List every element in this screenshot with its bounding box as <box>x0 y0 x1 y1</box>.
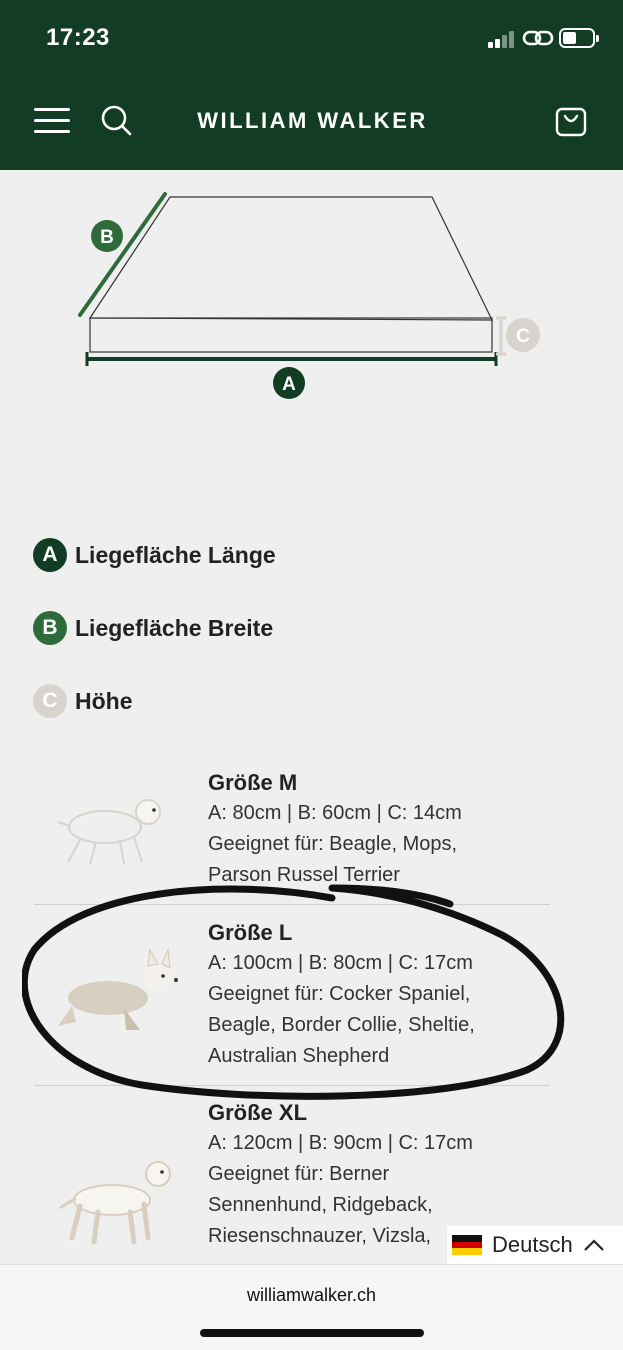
legend-badge-c: C <box>33 684 67 718</box>
german-flag-icon <box>452 1235 482 1256</box>
personal-hotspot-icon <box>522 30 554 46</box>
size-dimensions: A: 120cm | B: 90cm | C: 17cm <box>208 1132 473 1154</box>
badge-a: A <box>273 367 305 399</box>
size-suitable-line: Beagle, Border Collie, Sheltie, <box>208 1014 475 1036</box>
shopping-bag-icon[interactable] <box>554 104 588 138</box>
search-icon[interactable] <box>100 104 132 136</box>
url-bar[interactable]: williamwalker.ch <box>0 1285 623 1306</box>
browser-bottom-bar: williamwalker.ch <box>0 1264 623 1350</box>
size-dimensions: A: 100cm | B: 80cm | C: 17cm <box>208 952 473 974</box>
divider <box>34 904 550 905</box>
size-option-m[interactable]: Größe M A: 80cm | B: 60cm | C: 14cm Geei… <box>34 768 550 903</box>
size-suitable-line: Sennenhund, Ridgeback, <box>208 1194 433 1216</box>
dimension-line-b <box>78 192 167 317</box>
dimension-diagram: B A C <box>78 192 540 399</box>
size-title: Größe XL <box>208 1100 308 1125</box>
size-details: Größe M A: 80cm | B: 60cm | C: 14cm Geei… <box>208 768 538 891</box>
legend-badge-a: A <box>33 538 67 572</box>
app-header: 17:23 WILLIAM WALKER <box>0 0 623 170</box>
mattress-outline <box>88 196 493 353</box>
hamburger-menu-icon[interactable] <box>34 106 70 134</box>
legend-label: Liegefläche Länge <box>75 541 276 568</box>
legend-label: Höhe <box>75 687 133 714</box>
chevron-up-icon <box>583 1239 604 1251</box>
dog-illustration-icon <box>59 1161 171 1245</box>
dog-illustration-icon <box>58 948 178 1030</box>
svg-text:C: C <box>516 326 530 347</box>
cellular-signal-icon <box>488 30 518 48</box>
size-suitable-line: Geeignet für: Cocker Spaniel, <box>208 983 471 1005</box>
svg-text:B: B <box>100 227 114 248</box>
size-dimensions: A: 80cm | B: 60cm | C: 14cm <box>208 802 462 824</box>
size-title: Größe L <box>208 920 293 945</box>
size-suitable-line: Geeignet für: Beagle, Mops, <box>208 833 458 855</box>
legend-item-height: C Höhe <box>33 684 133 718</box>
home-indicator[interactable] <box>200 1329 424 1337</box>
size-suitable-line: Parson Russel Terrier <box>208 864 400 886</box>
badge-b: B <box>91 220 123 252</box>
status-time: 17:23 <box>46 24 110 51</box>
language-selector[interactable]: Deutsch <box>447 1226 623 1264</box>
size-option-l[interactable]: Größe L A: 100cm | B: 80cm | C: 17cm Gee… <box>34 918 550 1084</box>
language-label: Deutsch <box>492 1232 573 1257</box>
battery-icon <box>559 28 599 48</box>
size-suitable-line: Geeignet für: Berner <box>208 1163 390 1185</box>
legend-badge-b: B <box>33 611 67 645</box>
brand-logo[interactable]: WILLIAM WALKER <box>150 108 475 134</box>
size-title: Größe M <box>208 770 298 795</box>
size-suitable-line: Australian Shepherd <box>208 1045 390 1067</box>
size-details: Größe L A: 100cm | B: 80cm | C: 17cm Gee… <box>208 918 538 1072</box>
legend-item-width: B Liegefläche Breite <box>33 611 273 645</box>
dog-illustration-icon <box>57 799 161 865</box>
legend-item-length: A Liegefläche Länge <box>33 538 276 572</box>
badge-c: C <box>506 318 540 352</box>
legend-label: Liegefläche Breite <box>75 614 274 641</box>
svg-text:A: A <box>282 374 296 395</box>
divider <box>34 1085 550 1086</box>
